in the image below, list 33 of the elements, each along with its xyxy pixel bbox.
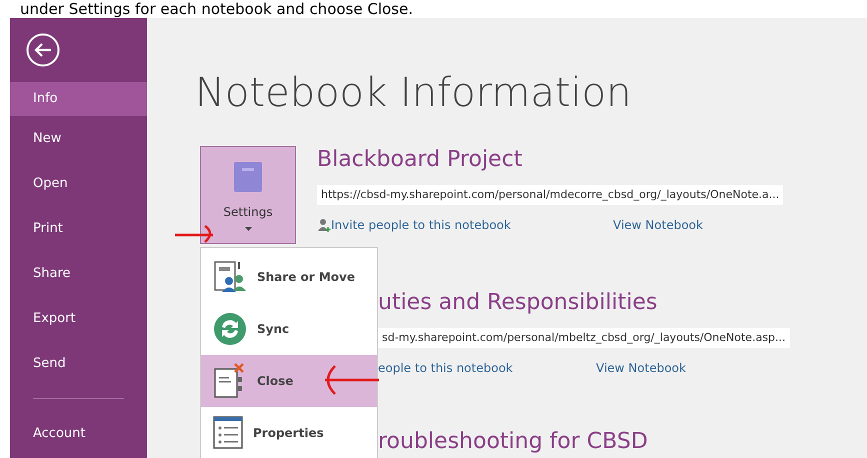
back-icon[interactable] — [26, 33, 60, 67]
sidebar-item[interactable]: Send — [10, 341, 147, 386]
notebook-icon — [233, 161, 263, 193]
menu-item[interactable]: Share or Move — [201, 251, 377, 303]
caret-icon — [244, 227, 252, 231]
sidebar-item[interactable]: Open — [10, 161, 147, 206]
caption-text: under Settings for each notebook and choose Close. — [20, 0, 413, 18]
notebook-close-icon — [213, 363, 247, 399]
menu-item[interactable]: Close — [201, 355, 377, 407]
sidebar-item[interactable]: Info — [10, 82, 147, 116]
notebook-title[interactable]: uties and Responsibilities — [378, 289, 790, 317]
settings-button[interactable]: Settings — [200, 146, 296, 244]
menu-item[interactable]: Sync — [201, 303, 377, 355]
add-person-icon — [317, 218, 331, 232]
sidebar-item[interactable]: Account — [10, 411, 147, 456]
view-notebook-link[interactable]: View Notebook — [596, 359, 686, 377]
invite-link[interactable]: Invite people to this notebook — [331, 216, 541, 234]
sidebar-item[interactable]: New — [10, 116, 147, 161]
page-title: Notebook Information — [195, 71, 632, 115]
menu-item[interactable]: Properties — [201, 407, 377, 458]
url-field[interactable]: sd-my.sharepoint.com/personal/mbeltz_cbsd_org/_layouts/OneNote.asp... — [378, 328, 790, 348]
notebook-title[interactable]: Blackboard Project — [317, 146, 784, 174]
url-field[interactable]: https://cbsd-my.sharepoint.com/personal/mdecorre_cbsd_org/_layouts/OneNote.a... — [317, 185, 784, 205]
view-notebook-link[interactable]: View Notebook — [613, 216, 703, 234]
notebook-title[interactable]: roubleshooting for CBSD — [378, 428, 648, 456]
sidebar-item[interactable]: Export — [10, 296, 147, 341]
sidebar-item[interactable]: Print — [10, 206, 147, 251]
annotation-arrow — [323, 364, 379, 396]
notebook-people-icon — [213, 260, 247, 294]
sync-icon — [213, 312, 247, 346]
invite-link[interactable]: eople to this notebook — [378, 359, 588, 377]
list-icon — [213, 416, 243, 450]
sidebar-item[interactable]: Share — [10, 251, 147, 296]
